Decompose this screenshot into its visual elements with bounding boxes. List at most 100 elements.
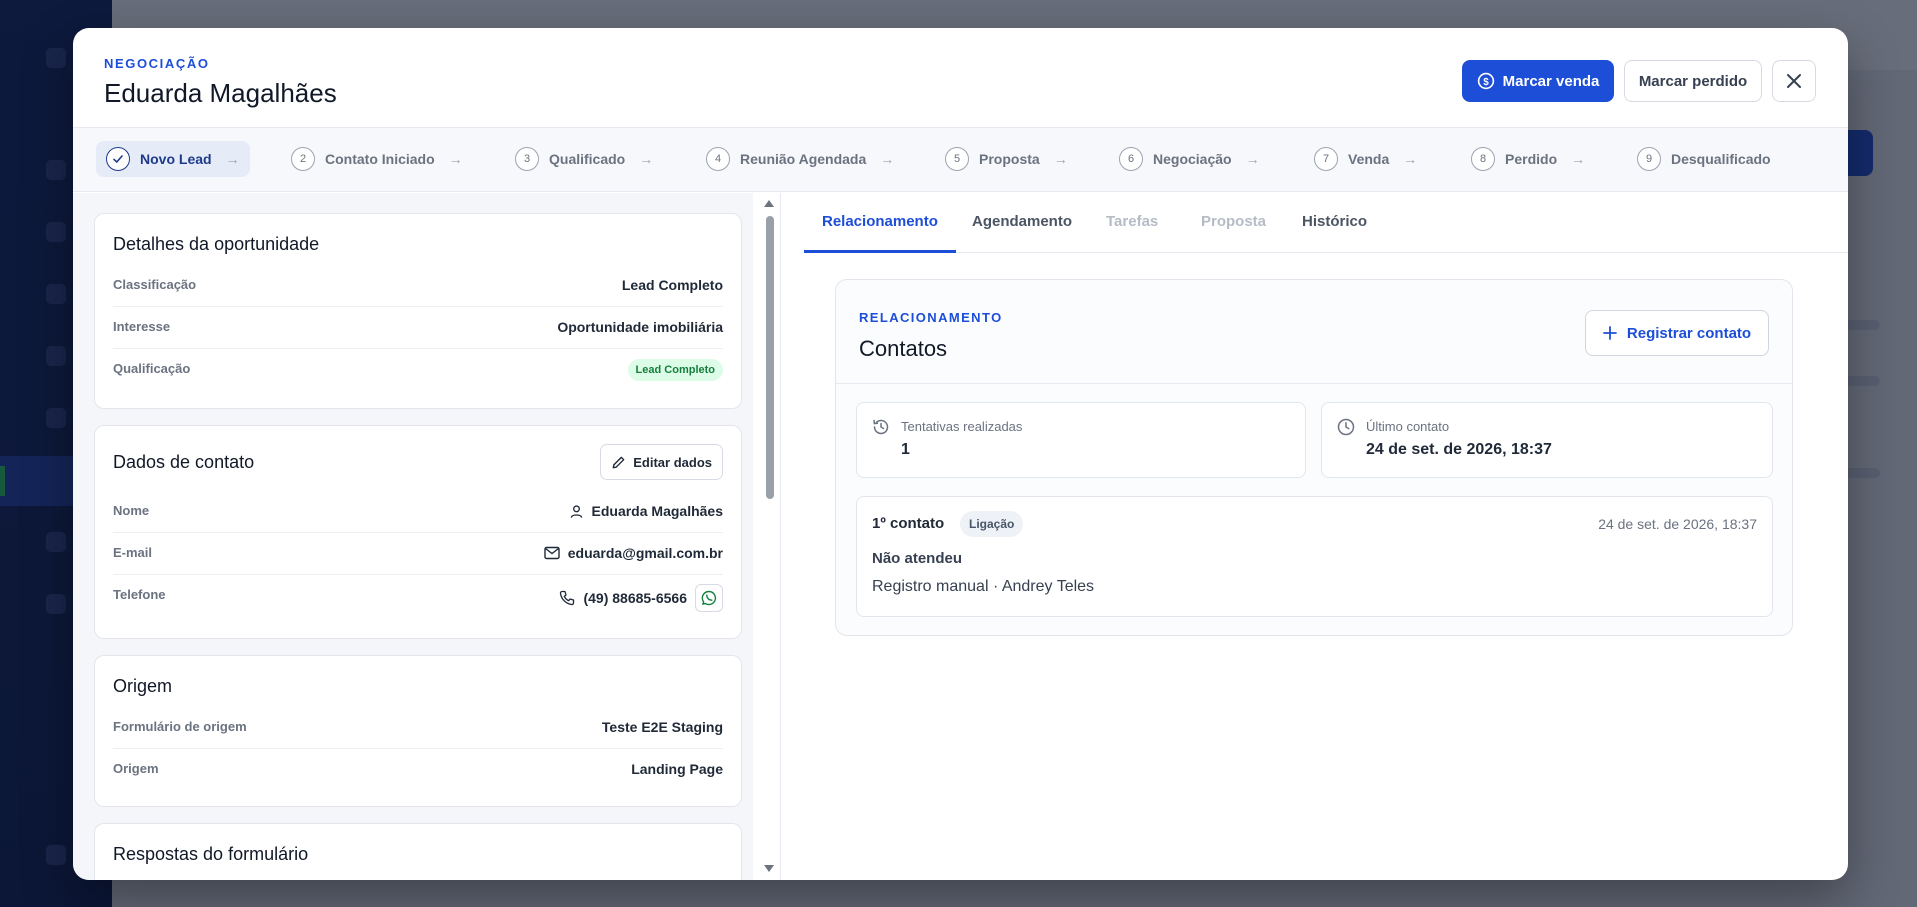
step-label: Perdido [1505, 151, 1558, 167]
dollar-circle-icon: $ [1477, 72, 1494, 90]
pipeline-stepper: Novo Lead → 2 Contato Iniciado → 3 Quali… [73, 128, 1848, 192]
scroll-up-icon[interactable] [762, 198, 776, 208]
panel-separator [836, 383, 1792, 384]
step-label: Negociação [1153, 151, 1232, 167]
step-number: 7 [1314, 147, 1338, 171]
modal-header: NEGOCIAÇÃO Eduarda Magalhães $ Marcar ve… [73, 28, 1848, 128]
step-number: 2 [291, 147, 315, 171]
register-contact-button[interactable]: Registrar contato [1585, 310, 1769, 356]
whatsapp-icon [701, 590, 717, 606]
step-number: 9 [1637, 147, 1661, 171]
tab-relacionamento[interactable]: Relacionamento [804, 193, 956, 253]
step-perdido[interactable]: 8 Perdido → [1471, 141, 1585, 177]
last-contact-stat: Último contato 24 de set. de 2026, 18:37 [1321, 402, 1773, 478]
contact-row: E-mail eduarda@gmail.com.br [113, 533, 723, 575]
arrow-right-icon: → [1571, 151, 1586, 167]
arrow-right-icon: → [225, 151, 240, 167]
check-icon [106, 147, 130, 171]
close-button[interactable] [1772, 60, 1816, 102]
mark-lost-label: Marcar perdido [1638, 72, 1748, 90]
answers-card: Respostas do formulário [94, 823, 742, 880]
details-card: Detalhes da oportunidade Classificação L… [94, 213, 742, 409]
panel-eyebrow: RELACIONAMENTO [859, 310, 1003, 325]
tab-historico[interactable]: Histórico [1302, 193, 1367, 253]
attempts-stat: Tentativas realizadas 1 [856, 402, 1306, 478]
contact-title: Dados de contato [113, 452, 255, 472]
tab-proposta[interactable]: Proposta [1201, 193, 1266, 253]
arrow-right-icon: → [448, 151, 463, 167]
qualification-badge: Lead Completo [627, 359, 723, 381]
step-proposta[interactable]: 5 Proposta → [945, 141, 1068, 177]
step-number: 6 [1119, 147, 1143, 171]
origin-card: Origem Formulário de origem Teste E2E St… [94, 655, 742, 807]
step-label: Novo Lead [140, 151, 212, 167]
step-label: Reunião Agendada [740, 151, 867, 167]
origin-title: Origem [113, 676, 173, 696]
detail-row: Qualificação Lead Completo [113, 349, 723, 391]
contact-entry-title: 1º contato [872, 515, 945, 532]
contact-row: Nome Eduarda Magalhães [113, 491, 723, 533]
step-number: 5 [945, 147, 969, 171]
contact-label: Telefone [113, 587, 166, 602]
contact-type-badge: Ligação [960, 511, 1024, 537]
step-novo-lead[interactable]: Novo Lead → [96, 141, 250, 177]
contact-email-value[interactable]: eduarda@gmail.com.br [568, 545, 723, 561]
arrow-right-icon: → [880, 151, 895, 167]
origin-row: Origem Landing Page [113, 749, 723, 791]
contact-label: Nome [113, 503, 150, 518]
tab-agendamento[interactable]: Agendamento [972, 193, 1072, 253]
arrow-right-icon: → [1245, 151, 1260, 167]
detail-row: Classificação Lead Completo [113, 265, 723, 307]
edit-contact-button[interactable]: Editar dados [600, 444, 723, 480]
step-label: Contato Iniciado [325, 151, 435, 167]
origin-row: Formulário de origem Teste E2E Staging [113, 707, 723, 749]
deal-modal: NEGOCIAÇÃO Eduarda Magalhães $ Marcar ve… [73, 28, 1848, 880]
mail-icon [544, 546, 560, 560]
step-label: Desqualificado [1671, 151, 1771, 167]
last-contact-label: Último contato [1366, 419, 1450, 434]
user-icon [570, 504, 582, 518]
detail-value: Oportunidade imobiliária [557, 319, 723, 335]
arrow-right-icon: → [1053, 151, 1068, 167]
step-contato-iniciado[interactable]: 2 Contato Iniciado → [291, 141, 463, 177]
step-number: 3 [515, 147, 539, 171]
mark-lost-button[interactable]: Marcar perdido [1624, 60, 1762, 102]
step-qualificado[interactable]: 3 Qualificado → [515, 141, 653, 177]
step-label: Venda [1348, 151, 1390, 167]
step-desqualificado[interactable]: 9 Desqualificado [1637, 141, 1771, 177]
relationship-panel: RELACIONAMENTO Contatos Registrar contat… [835, 279, 1793, 636]
tab-tarefas[interactable]: Tarefas [1106, 193, 1158, 253]
arrow-right-icon: → [1403, 151, 1418, 167]
clock-icon [1337, 418, 1355, 436]
detail-label: Qualificação [113, 361, 191, 376]
edit-contact-label: Editar dados [633, 454, 712, 470]
contact-label: E-mail [113, 545, 153, 560]
last-contact-value: 24 de set. de 2026, 18:37 [1366, 441, 1552, 458]
scrollbar-thumb[interactable] [766, 216, 774, 499]
left-column[interactable]: Detalhes da oportunidade Classificação L… [73, 193, 753, 880]
origin-label: Origem [113, 761, 159, 776]
whatsapp-button[interactable] [695, 584, 723, 612]
details-title: Detalhes da oportunidade [113, 234, 320, 254]
contact-name-value: Eduarda Magalhães [591, 503, 724, 519]
plus-icon [1602, 326, 1617, 340]
origin-label: Formulário de origem [113, 719, 247, 734]
scroll-down-icon[interactable] [762, 864, 776, 874]
detail-row: Interesse Oportunidade imobiliária [113, 307, 723, 349]
detail-label: Classificação [113, 277, 197, 292]
tab-bar: Relacionamento Agendamento Tarefas Propo… [804, 193, 1848, 253]
register-contact-label: Registrar contato [1626, 324, 1752, 342]
contact-row: Telefone (49) 88685-6566 [113, 575, 723, 625]
step-reuniao-agendada[interactable]: 4 Reunião Agendada → [706, 141, 894, 177]
attempts-value: 1 [901, 441, 910, 458]
pencil-icon [612, 456, 625, 468]
contact-entry: 1º contato Ligação 24 de set. de 2026, 1… [856, 496, 1773, 617]
column-divider [780, 193, 781, 880]
contact-entry-status: Não atendeu [872, 550, 963, 567]
contact-entry-meta: Registro manual · Andrey Teles [872, 578, 1095, 595]
step-venda[interactable]: 7 Venda → [1314, 141, 1417, 177]
contact-phone-value[interactable]: (49) 88685-6566 [583, 590, 687, 606]
step-negociacao[interactable]: 6 Negociação → [1119, 141, 1260, 177]
mark-sale-button[interactable]: $ Marcar venda [1462, 60, 1614, 102]
detail-value: Lead Completo [621, 277, 723, 293]
